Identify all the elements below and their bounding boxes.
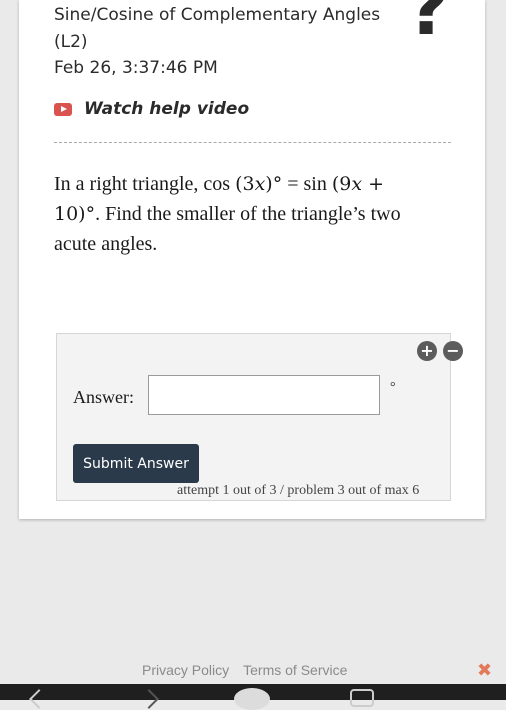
watch-help-video-link[interactable]: Watch help video — [54, 97, 249, 121]
question-part-2: = sin — [282, 173, 332, 195]
home-button[interactable] — [234, 688, 270, 710]
page-title: Sine/Cosine of Complementary Angles (L2) — [54, 5, 381, 52]
attempt-counter: attempt 1 out of 3 / problem 3 out of ma… — [177, 483, 420, 498]
submit-answer-button[interactable]: Submit Answer — [73, 444, 199, 483]
terms-of-service-link[interactable]: Terms of Service — [243, 662, 347, 678]
question-part-3: . Find the smaller of the triangle’s two… — [54, 203, 401, 255]
degree-unit: ° — [390, 380, 396, 395]
browser-toolbar — [0, 684, 506, 710]
timestamp: Feb 26, 3:37:46 PM — [54, 58, 218, 78]
question-text: In a right triangle, cos (3x)° = sin (9x… — [54, 169, 414, 259]
video-play-icon — [54, 102, 72, 116]
divider — [54, 142, 451, 143]
footer-links: Privacy Policy Terms of Service — [142, 662, 347, 678]
answer-input[interactable] — [148, 375, 380, 415]
tabs-icon[interactable] — [350, 689, 374, 707]
close-icon[interactable]: ✖ — [477, 660, 492, 681]
answer-label: Answer: — [73, 387, 134, 407]
math-expression-1: (3x)° — [235, 173, 283, 195]
plus-icon[interactable]: + — [417, 341, 437, 361]
privacy-policy-link[interactable]: Privacy Policy — [142, 662, 229, 678]
problem-card: Sine/Cosine of Complementary Angles (L2)… — [19, 0, 485, 519]
back-arrow-icon[interactable] — [29, 689, 49, 709]
minus-icon[interactable]: − — [443, 341, 463, 361]
question-part-1: In a right triangle, cos — [54, 173, 236, 195]
help-video-label: Watch help video — [84, 99, 250, 119]
forward-arrow-icon[interactable] — [139, 689, 159, 709]
answer-panel: + − Answer: ° Submit Answer attempt 1 ou… — [56, 333, 463, 501]
question-mark-icon[interactable]: ? — [407, 0, 450, 46]
